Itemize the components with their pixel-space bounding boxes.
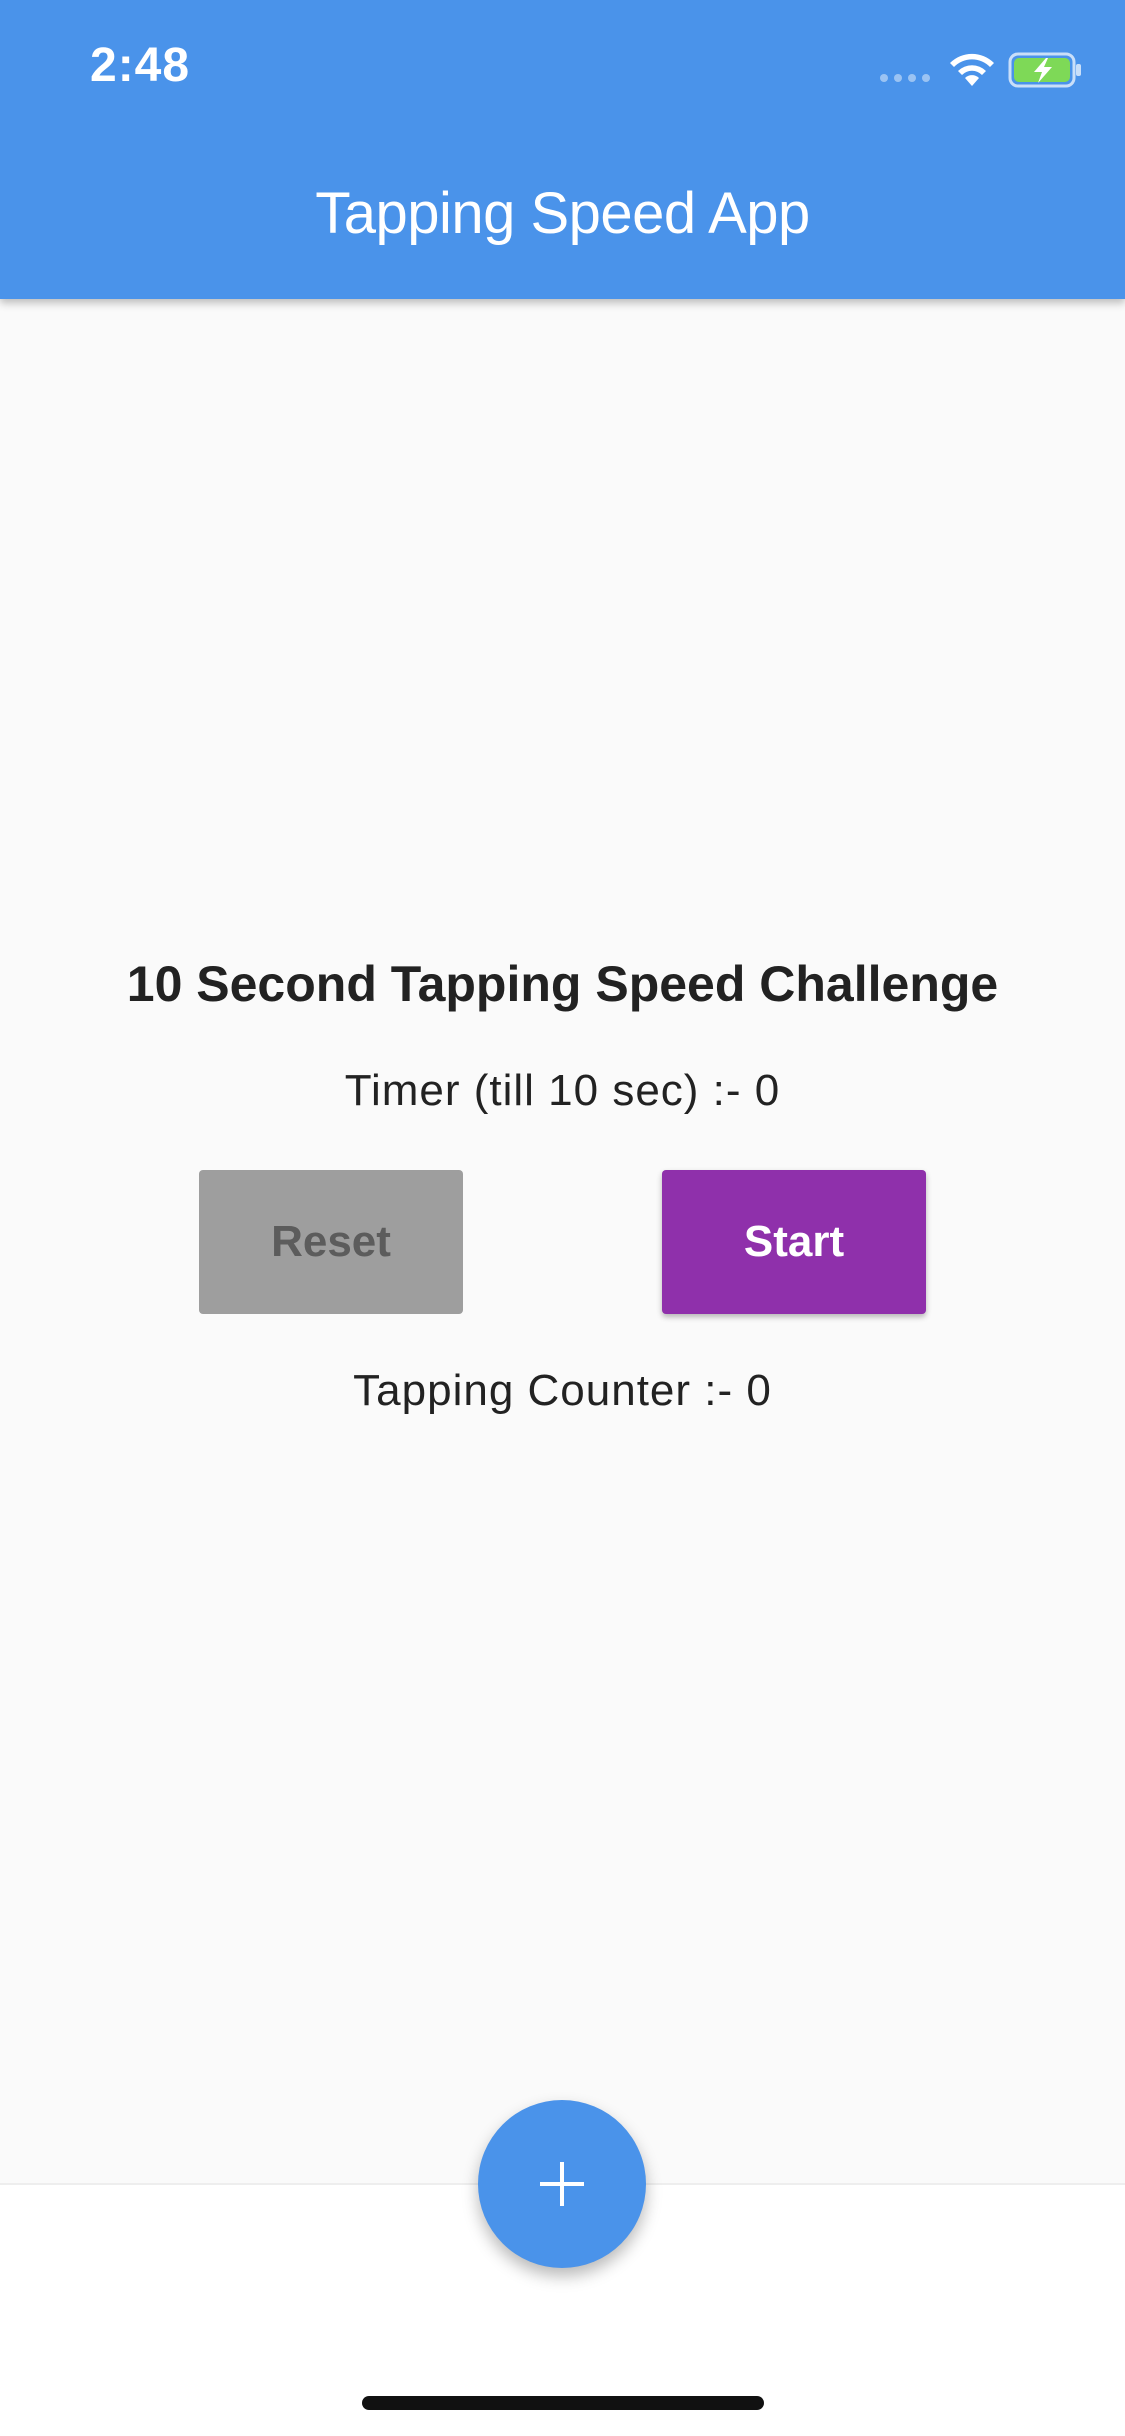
challenge-title: 10 Second Tapping Speed Challenge	[126, 956, 999, 1012]
battery-charging-icon	[1008, 52, 1081, 88]
add-fab-button[interactable]	[478, 2100, 646, 2268]
tapping-counter-text: Tapping Counter :- 0	[353, 1366, 772, 1415]
status-time: 2:48	[90, 39, 191, 92]
wifi-icon	[950, 53, 994, 86]
start-button[interactable]: Start	[662, 1170, 926, 1314]
app-screen: 2:48 Tapping Speed App 10 Second Tapping…	[0, 0, 1125, 2436]
home-indicator[interactable]	[362, 2396, 764, 2410]
timer-text: Timer (till 10 sec) :- 0	[344, 1066, 781, 1115]
app-bar: 2:48 Tapping Speed App	[0, 0, 1125, 299]
app-title: Tapping Speed App	[315, 181, 810, 246]
plus-icon	[540, 2162, 584, 2206]
reset-button[interactable]: Reset	[199, 1170, 463, 1314]
signal-dots-icon	[880, 74, 930, 82]
main-content	[0, 299, 1125, 2183]
